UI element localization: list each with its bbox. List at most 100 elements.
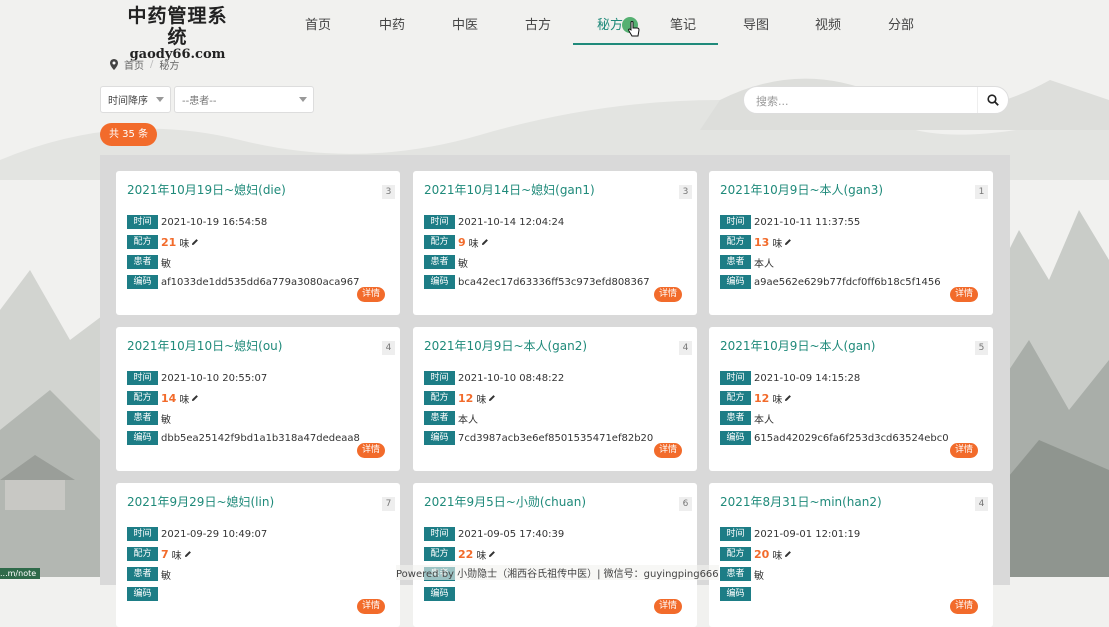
mountain-painting-left — [0, 270, 110, 577]
breadcrumb-current: 秘方 — [159, 61, 180, 72]
formula-row: 配方 14 味 — [127, 391, 199, 406]
patient-row: 患者 本人 — [424, 411, 478, 426]
nav-item-2[interactable]: 中医 — [452, 14, 478, 33]
card-title[interactable]: 2021年9月29日~媳妇(lin) — [127, 493, 274, 510]
card-title[interactable]: 2021年10月9日~本人(gan) — [720, 337, 875, 354]
status-url: ...m/note — [0, 568, 41, 579]
patient-select[interactable]: --患者-- — [174, 86, 314, 113]
nav-item-4[interactable]: 秘方 — [597, 14, 623, 33]
sort-select[interactable]: 时间降序 — [100, 86, 171, 113]
nav-item-7[interactable]: 视频 — [815, 14, 841, 33]
time-value: 2021-10-10 20:55:07 — [161, 372, 268, 384]
formula-row: 配方 12 味 — [424, 391, 496, 406]
card-title[interactable]: 2021年10月14日~媳妇(gan1) — [424, 181, 595, 198]
nav-item-0[interactable]: 首页 — [305, 14, 331, 33]
card-title[interactable]: 2021年10月9日~本人(gan3) — [720, 181, 883, 198]
nav-item-1[interactable]: 中药 — [379, 14, 405, 33]
card-count-badge: 7 — [382, 497, 395, 511]
formula-card[interactable]: 2021年10月9日~本人(gan2) 4 时间 2021-10-10 08:48:2… — [413, 327, 697, 471]
patient-row: 患者敏 — [127, 411, 171, 426]
search-button[interactable] — [977, 87, 1008, 113]
code-value: 615ad42029c6fa6f253d3cd63524ebc0 — [754, 432, 949, 444]
card-count-badge: 1 — [975, 185, 988, 199]
sort-select-value: 时间降序 — [108, 96, 148, 107]
chevron-down-icon — [156, 97, 164, 102]
pencil-icon — [184, 551, 191, 557]
formula-card[interactable]: 2021年9月29日~媳妇(lin) 7 时间 2021-09-29 10:49:07… — [116, 483, 400, 627]
patient-value: 本人 — [458, 414, 478, 426]
formula-row: 配方 22 味 — [424, 547, 496, 562]
code-row: 编码 7cd3987acb3e6ef8501535471ef82b20 — [424, 431, 653, 445]
formula-card[interactable]: 2021年10月14日~媳妇(gan1) 3 时间 2021-10-14 12:04:… — [413, 171, 697, 315]
formula-card[interactable]: 2021年10月19日~媳妇(die) 3 时间 2021-10-19 16:54:5… — [116, 171, 400, 315]
detail-button[interactable]: 详情 — [356, 443, 385, 458]
herb-count: 22 — [458, 547, 474, 561]
code-label: 编码 — [127, 587, 158, 601]
card-title[interactable]: 2021年8月31日~min(han2) — [720, 493, 882, 510]
nav-item-5[interactable]: 笔记 — [670, 14, 696, 33]
search-icon — [987, 94, 999, 106]
formula-card[interactable]: 2021年10月9日~本人(gan) 5 时间 2021-10-09 14:15:28… — [709, 327, 993, 471]
site-logo[interactable]: 中药管理系统 gaody66.com — [120, 6, 235, 62]
search-box — [743, 86, 1009, 114]
detail-button[interactable]: 详情 — [356, 599, 385, 614]
formula-card[interactable]: 2021年9月5日~小勋(chuan) 6 时间 2021-09-05 17:40:3… — [413, 483, 697, 627]
patient-label: 患者 — [720, 411, 751, 425]
nav-item-8[interactable]: 分部 — [888, 14, 914, 33]
time-row: 时间 2021-10-09 14:15:28 — [720, 371, 860, 385]
patient-value: 敏 — [458, 258, 468, 270]
detail-button[interactable]: 详情 — [949, 443, 978, 458]
formula-label: 配方 — [720, 547, 751, 561]
card-count-badge: 5 — [975, 341, 988, 355]
card-count-badge: 4 — [382, 341, 395, 355]
detail-button[interactable]: 详情 — [949, 599, 978, 614]
time-row: 时间 2021-10-10 20:55:07 — [127, 371, 267, 385]
time-row: 时间 2021-10-19 16:54:58 — [127, 215, 267, 229]
code-label: 编码 — [127, 275, 158, 289]
code-row: 编码 a9ae562e629b77fdcf0ff6b18c5f1456 — [720, 275, 941, 289]
detail-button[interactable]: 详情 — [653, 443, 682, 458]
formula-card-grid: 2021年10月19日~媳妇(die) 3 时间 2021-10-19 16:54:5… — [100, 155, 1010, 627]
search-input[interactable] — [754, 93, 968, 110]
code-value: a9ae562e629b77fdcf0ff6b18c5f1456 — [754, 276, 941, 288]
code-row: 编码 — [720, 587, 754, 601]
formula-row: 配方 12 味 — [720, 391, 792, 406]
detail-button[interactable]: 详情 — [356, 287, 385, 302]
formula-card[interactable]: 2021年8月31日~min(han2) 4 时间 2021-09-01 12:01:… — [709, 483, 993, 627]
pencil-icon — [785, 551, 792, 557]
formula-row: 配方 13 味 — [720, 235, 792, 250]
time-row: 时间 2021-09-01 12:01:19 — [720, 527, 860, 541]
card-title[interactable]: 2021年10月10日~媳妇(ou) — [127, 337, 282, 354]
herb-count: 21 — [161, 235, 177, 249]
time-value: 2021-10-09 14:15:28 — [754, 372, 861, 384]
footer-text: Powered by 小勋隐士（湘西谷氏祖传中医）| 微信号：guyingpin… — [396, 565, 719, 580]
patient-label: 患者 — [720, 255, 751, 269]
time-value: 2021-10-19 16:54:58 — [161, 216, 268, 228]
card-title[interactable]: 2021年10月19日~媳妇(die) — [127, 181, 286, 198]
time-row: 时间 2021-10-11 11:37:55 — [720, 215, 860, 229]
code-value: af1033de1dd535dd6a779a3080aca967 — [161, 276, 360, 288]
detail-button[interactable]: 详情 — [653, 287, 682, 302]
formula-card[interactable]: 2021年10月9日~本人(gan3) 1 时间 2021-10-11 11:37:5… — [709, 171, 993, 315]
time-value: 2021-10-14 12:04:24 — [458, 216, 565, 228]
patient-label: 患者 — [424, 255, 455, 269]
nav-item-6[interactable]: 导图 — [743, 14, 769, 33]
patient-value: 敏 — [754, 570, 764, 582]
herb-unit: 味 — [476, 394, 487, 406]
card-count-badge: 4 — [975, 497, 988, 511]
card-count-badge: 3 — [679, 185, 692, 199]
card-title[interactable]: 2021年9月5日~小勋(chuan) — [424, 493, 586, 510]
nav-item-3[interactable]: 古方 — [525, 14, 551, 33]
herb-unit: 味 — [179, 394, 190, 406]
code-label: 编码 — [720, 275, 751, 289]
card-title[interactable]: 2021年10月9日~本人(gan2) — [424, 337, 587, 354]
detail-button[interactable]: 详情 — [949, 287, 978, 302]
detail-button[interactable]: 详情 — [653, 599, 682, 614]
formula-label: 配方 — [424, 547, 455, 561]
formula-card[interactable]: 2021年10月10日~媳妇(ou) 4 时间 2021-10-10 20:55:07… — [116, 327, 400, 471]
pencil-icon — [481, 239, 488, 245]
breadcrumb-home[interactable]: 首页 — [124, 57, 144, 72]
pencil-icon — [192, 239, 199, 245]
pencil-icon — [785, 239, 792, 245]
time-label: 时间 — [127, 371, 158, 385]
